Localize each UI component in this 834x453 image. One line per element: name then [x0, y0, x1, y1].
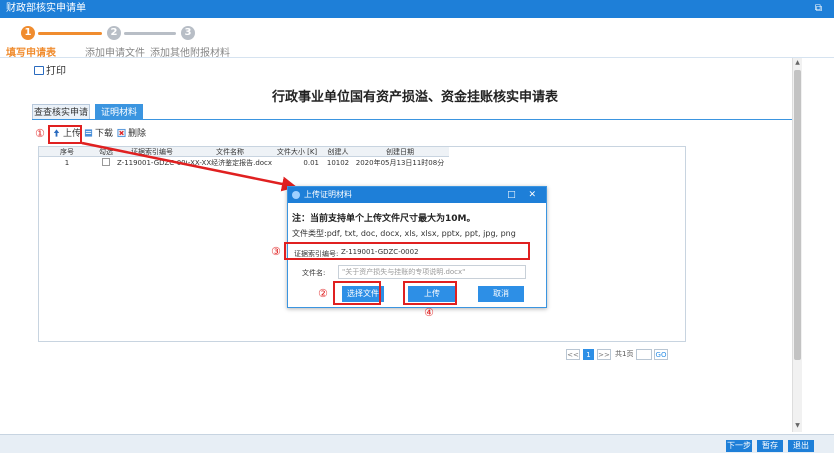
highlight-upload-confirm-box — [403, 281, 457, 305]
highlight-evidence-box — [284, 242, 530, 260]
highlight-choose-box — [333, 281, 381, 305]
filename-label: 文件名: — [302, 269, 326, 277]
dialog-title: 上传证明材料 — [304, 190, 352, 199]
annotation-3: ③ — [271, 245, 281, 258]
application-window: 财政部核实申请单 ⧉ 1 2 3 填写申请表 添加申请文件 添加其他附报材料 打… — [0, 0, 834, 453]
annotation-2: ② — [318, 287, 328, 300]
dialog-close-icon[interactable]: □ ✕ — [507, 187, 541, 203]
annotation-4: ④ — [424, 306, 434, 319]
dialog-title-bar: 上传证明材料 □ ✕ — [288, 187, 546, 203]
size-limit-note: 注：当前支持单个上传文件尺寸最大为10M。 — [292, 214, 476, 224]
filename-field[interactable]: "关于资产损失与挂账的专项说明.docx" — [338, 265, 526, 279]
highlight-upload-box — [48, 125, 82, 144]
dialog-cancel-button[interactable]: 取消 — [478, 286, 524, 302]
annotation-1: ① — [35, 127, 45, 140]
upload-dialog-icon — [292, 191, 300, 199]
file-types-text: 文件类型:pdf, txt, doc, docx, xls, xlsx, ppt… — [292, 229, 516, 238]
